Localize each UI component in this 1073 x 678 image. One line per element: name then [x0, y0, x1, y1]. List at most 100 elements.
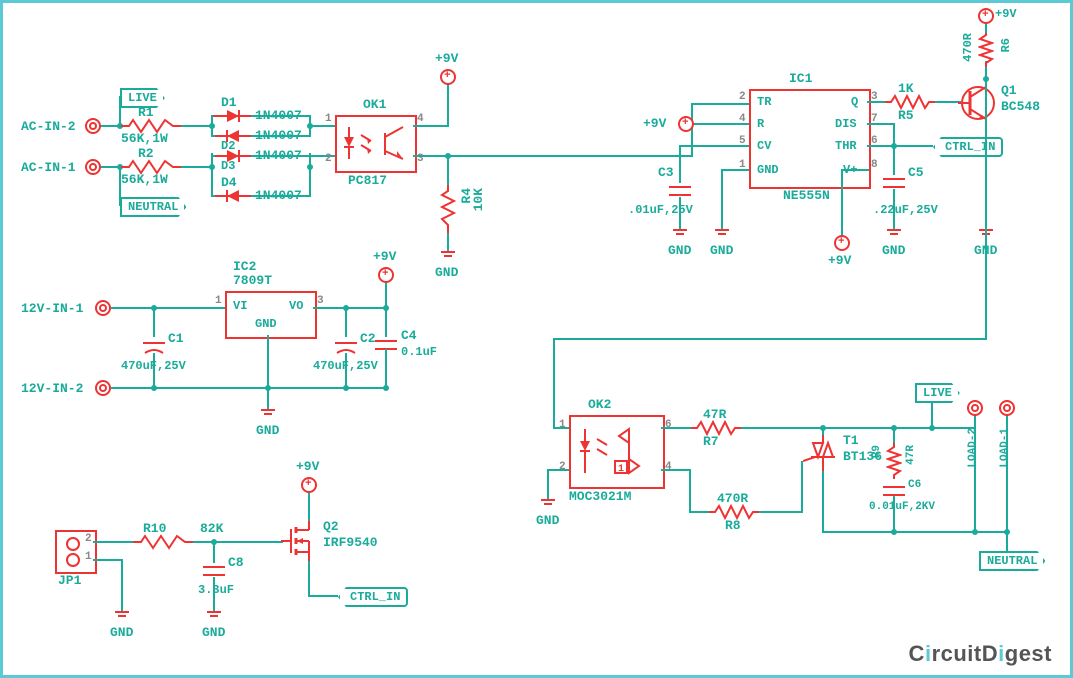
- ref-c6: C6: [908, 479, 921, 491]
- wire: [111, 387, 347, 389]
- resistor-r6: [978, 31, 994, 67]
- ref-c5: C5: [908, 165, 924, 180]
- wire: [211, 135, 215, 137]
- ref-c4: C4: [401, 328, 417, 343]
- schematic-canvas: AC-IN-2 AC-IN-1 LIVE NEUTRAL R1 56K,1W R…: [0, 0, 1073, 678]
- wire: [985, 73, 987, 340]
- wire: [413, 155, 693, 157]
- ref-r8: R8: [725, 518, 741, 533]
- jp1-2: 2: [85, 533, 92, 545]
- terminal-ac-in-2: [85, 118, 101, 134]
- pin-ic1-2: 2: [739, 91, 746, 103]
- terminal-load-1: [999, 400, 1015, 416]
- wire: [679, 145, 681, 183]
- ref-c2: C2: [360, 331, 376, 346]
- wire: [679, 197, 681, 229]
- ic2-vi: VI: [233, 299, 247, 313]
- label-9v-ok1: +9V: [435, 51, 458, 66]
- wire: [121, 559, 123, 611]
- optocoupler-ok1: [335, 115, 417, 173]
- pin-ok1-4: 4: [417, 113, 424, 125]
- wire: [689, 511, 709, 513]
- net-neutral-top: NEUTRAL: [120, 197, 186, 217]
- wire: [413, 125, 449, 127]
- wire: [308, 491, 310, 521]
- junction: [972, 529, 978, 535]
- plus-icon: +: [305, 478, 312, 490]
- val-ok2: MOC3021M: [569, 489, 631, 504]
- label-gnd-c5: GND: [882, 243, 905, 258]
- watermark: CircuitDigest: [909, 641, 1052, 667]
- wire: [893, 496, 895, 533]
- junction: [820, 425, 826, 431]
- val-c3: .01uF,25V: [628, 203, 693, 217]
- wire: [345, 307, 347, 337]
- junction: [343, 305, 349, 311]
- wire: [153, 307, 155, 337]
- plus-icon: +: [838, 236, 845, 248]
- label-gnd-ic2: GND: [256, 423, 279, 438]
- wire: [691, 103, 749, 105]
- gnd-icon: [441, 251, 455, 261]
- wire: [893, 189, 895, 229]
- net-ctrl-in-2: CTRL_IN: [338, 587, 408, 607]
- net-ctrl-in-1: CTRL_IN: [933, 137, 1003, 157]
- wire: [553, 338, 555, 428]
- val-r10: 82K: [200, 521, 223, 536]
- gnd-icon: [541, 499, 555, 509]
- wire: [313, 307, 387, 309]
- label-gnd-ok2: GND: [536, 513, 559, 528]
- wire: [251, 135, 311, 137]
- wire: [111, 307, 225, 309]
- ref-d4: D4: [221, 175, 237, 190]
- val-r5: 1K: [898, 81, 914, 96]
- wire: [841, 169, 843, 235]
- val-c1: 470uF,25V: [121, 359, 186, 373]
- gnd-icon: [673, 229, 687, 239]
- label-ac-in-1: AC-IN-1: [21, 160, 76, 175]
- wire: [213, 577, 215, 611]
- ref-jp1: JP1: [58, 573, 81, 588]
- wire: [867, 101, 885, 103]
- label-gnd-c3: GND: [668, 243, 691, 258]
- wire: [447, 155, 449, 185]
- label-9v-q2: +9V: [296, 459, 319, 474]
- pin-ok2-2: 2: [559, 461, 566, 473]
- wire: [841, 169, 869, 171]
- optocoupler-ok2: 1: [569, 415, 665, 489]
- ref-d1: D1: [221, 95, 237, 110]
- wire: [211, 195, 215, 197]
- wire: [385, 349, 387, 389]
- ref-r2: R2: [138, 146, 154, 161]
- wire: [759, 511, 803, 513]
- ref-t1: T1: [843, 433, 859, 448]
- terminal-12v-2: [95, 380, 111, 396]
- ref-r1: R1: [138, 105, 154, 120]
- gnd-icon: [887, 229, 901, 239]
- wire: [547, 469, 569, 471]
- ic1-thr: THR: [835, 139, 857, 153]
- ic1-gnd: GND: [757, 163, 779, 177]
- ref-ic1: IC1: [789, 71, 812, 86]
- ref-ic2: IC2: [233, 259, 256, 274]
- wire: [385, 307, 387, 337]
- ref-r6: R6: [999, 38, 1013, 52]
- val-ic2: 7809T: [233, 273, 272, 288]
- val-c6: 0.01uF,2KV: [869, 501, 935, 513]
- junction: [209, 164, 215, 170]
- ref-ok1: OK1: [363, 97, 386, 112]
- wire: [547, 469, 549, 499]
- ref-d3: D3: [221, 159, 235, 173]
- ic2-vo: VO: [289, 299, 303, 313]
- wire: [93, 559, 123, 561]
- resistor-r4: [440, 185, 456, 235]
- jp1-1: 1: [85, 551, 92, 563]
- wire: [721, 169, 723, 229]
- wire: [822, 531, 1008, 533]
- label-9v-ic2out: +9V: [373, 249, 396, 264]
- label-9v-q1: +9V: [995, 7, 1017, 21]
- net-live-out: LIVE: [915, 383, 960, 403]
- pin-ic2-3: 3: [317, 295, 324, 307]
- wire: [721, 169, 749, 171]
- val-c5: .22uF,25V: [873, 203, 938, 217]
